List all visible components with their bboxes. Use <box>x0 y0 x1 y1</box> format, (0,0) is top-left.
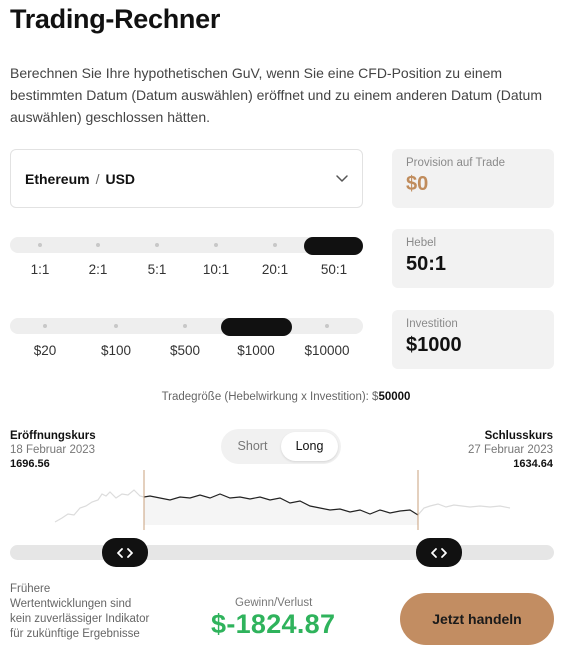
leverage-tick-dot <box>155 243 159 247</box>
commission-label: Provision auf Trade <box>406 157 506 169</box>
chevron-down-icon <box>336 175 348 182</box>
page-title: Trading-Rechner <box>10 4 221 34</box>
investment-option-1[interactable]: $100 <box>101 343 131 358</box>
disclaimer-text: Frühere Wertentwicklungen sind kein zuve… <box>10 583 150 640</box>
leverage-tick-dot <box>214 243 218 247</box>
investment-option-3[interactable]: $1000 <box>237 343 275 358</box>
closing-price-title: Schlusskurs <box>484 430 553 442</box>
investment-option-4[interactable]: $10000 <box>304 343 349 358</box>
investment-slider[interactable] <box>10 318 363 336</box>
investment-label: Investition <box>406 318 458 330</box>
end-date-handle[interactable] <box>416 538 462 567</box>
leverage-label: Hebel <box>406 237 437 249</box>
instrument-select[interactable]: Ethereum / USD <box>10 149 363 208</box>
profit-loss-label: Gewinn/Verlust <box>235 597 313 609</box>
profit-loss-value: $-1824.87 <box>211 609 336 639</box>
trade-now-button[interactable]: Jetzt handeln <box>400 593 554 645</box>
leverage-option-0[interactable]: 1:1 <box>31 262 50 277</box>
leverage-box: Hebel 50:1 <box>392 229 554 288</box>
trade-size: Tradegröße (Hebelwirkung x Investition):… <box>0 391 572 403</box>
leverage-option-5[interactable]: 50:1 <box>321 262 347 277</box>
price-line-after <box>417 503 511 516</box>
investment-option-2[interactable]: $500 <box>170 343 200 358</box>
leverage-option-3[interactable]: 10:1 <box>203 262 229 277</box>
date-range-track[interactable] <box>10 545 554 560</box>
closing-date: 27 Februar 2023 <box>467 444 553 456</box>
instrument-separator: / <box>95 170 100 187</box>
leverage-tick-dot <box>96 243 100 247</box>
leverage-option-1[interactable]: 2:1 <box>89 262 108 277</box>
leverage-tick-dot <box>273 243 277 247</box>
price-line-before <box>54 489 145 523</box>
investment-tick-dot <box>325 324 329 328</box>
price-history-chart <box>54 470 511 530</box>
leverage-option-2[interactable]: 5:1 <box>148 262 167 277</box>
trade-size-label: Tradegröße (Hebelwirkung x Investition):… <box>161 391 379 403</box>
leverage-slider-thumb[interactable] <box>304 237 363 255</box>
direction-toggle[interactable]: Short Long <box>221 429 341 464</box>
investment-option-0[interactable]: $20 <box>34 343 57 358</box>
opening-date: 18 Februar 2023 <box>10 444 96 456</box>
drag-arrows-icon <box>117 547 133 558</box>
start-date-handle[interactable] <box>102 538 148 567</box>
investment-tick-dot <box>183 324 187 328</box>
instrument-quote: USD <box>105 170 136 187</box>
leverage-value: 50:1 <box>406 253 447 275</box>
drag-arrows-icon <box>431 547 447 558</box>
investment-value: $1000 <box>406 334 462 356</box>
trade-size-value: 50000 <box>378 391 411 403</box>
opening-price: 1696.56 <box>10 458 50 470</box>
investment-box: Investition $1000 <box>392 310 554 369</box>
opening-price-block: Eröffnungskurs 18 Februar 2023 1696.56 <box>10 430 96 470</box>
leverage-tick-dot <box>38 243 42 247</box>
opening-price-title: Eröffnungskurs <box>10 430 96 442</box>
long-option[interactable]: Long <box>281 432 338 461</box>
investment-tick-dot <box>114 324 118 328</box>
commission-value: $0 <box>406 173 429 195</box>
investment-slider-thumb[interactable] <box>221 318 292 336</box>
leverage-option-4[interactable]: 20:1 <box>262 262 288 277</box>
investment-tick-dot <box>43 324 47 328</box>
commission-box: Provision auf Trade $0 <box>392 149 554 208</box>
instrument-select-value: Ethereum / USD <box>25 171 135 187</box>
intro-text: Berechnen Sie Ihre hypothetischen GuV, w… <box>10 65 542 125</box>
closing-price-block: Schlusskurs 27 Februar 2023 1634.64 <box>468 430 553 470</box>
closing-price: 1634.64 <box>513 458 553 470</box>
instrument-base: Ethereum <box>25 170 90 187</box>
leverage-slider[interactable] <box>10 237 363 255</box>
short-option[interactable]: Short <box>224 432 281 461</box>
